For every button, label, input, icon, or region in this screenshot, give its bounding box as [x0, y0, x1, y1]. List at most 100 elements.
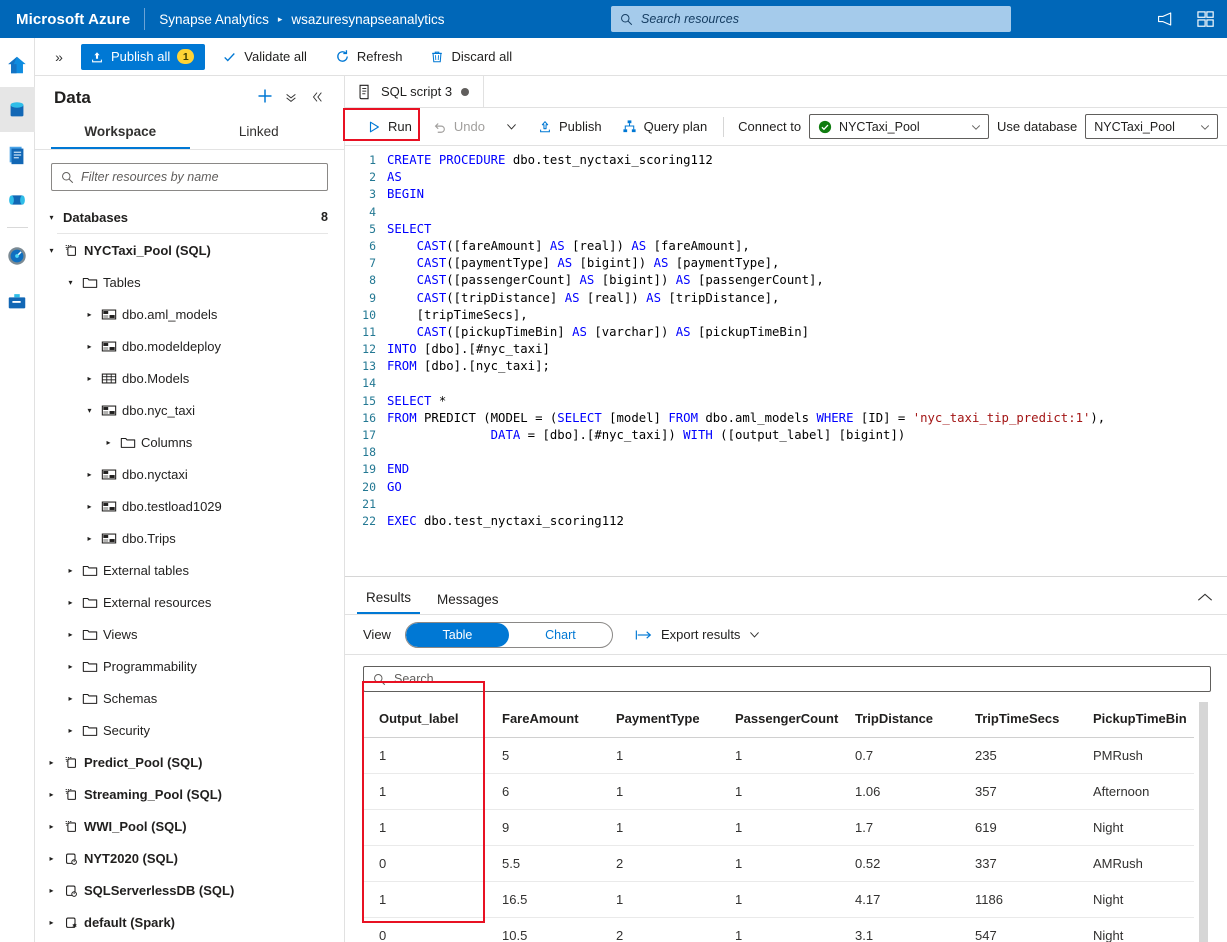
tree-item[interactable]: ▾ Tables [35, 266, 344, 298]
tree-item[interactable]: ▸ WWI_Pool (SQL) [35, 810, 344, 842]
expander-collapsed-icon[interactable]: ▸ [81, 502, 98, 511]
tree-item[interactable]: ▸ dbo.aml_models [35, 298, 344, 330]
column-header[interactable]: PassengerCount [719, 702, 839, 738]
expander-collapsed-icon[interactable]: ▸ [81, 374, 98, 383]
sql-code-editor[interactable]: 1 CREATE PROCEDURE dbo.test_nyctaxi_scori… [345, 146, 1227, 570]
expander-collapsed-icon[interactable]: ▸ [43, 822, 60, 831]
expander-expanded-icon[interactable]: ▾ [81, 406, 98, 415]
rail-item-monitor[interactable] [0, 233, 35, 278]
tree-item[interactable]: ▸ dbo.Models [35, 362, 344, 394]
expander-collapsed-icon[interactable]: ▸ [43, 854, 60, 863]
tree-item[interactable]: ▸ Columns [35, 426, 344, 458]
tree-item[interactable]: ▸ Security [35, 714, 344, 746]
collapse-left-icon[interactable] [304, 90, 330, 107]
tab-linked[interactable]: Linked [190, 118, 329, 149]
layout-grid-icon[interactable] [1197, 10, 1215, 28]
expander-collapsed-icon[interactable]: ▸ [62, 598, 79, 607]
column-header[interactable]: PickupTimeBin [1077, 702, 1194, 738]
column-header[interactable]: TripDistance [839, 702, 959, 738]
tab-messages[interactable]: Messages [428, 592, 508, 614]
tree-item[interactable]: ▸ dbo.testload1029 [35, 490, 344, 522]
rail-item-develop[interactable] [0, 132, 35, 177]
tab-workspace[interactable]: Workspace [51, 118, 190, 149]
expander-collapsed-icon[interactable]: ▸ [62, 566, 79, 575]
expander-collapsed-icon[interactable]: ▸ [43, 918, 60, 927]
table-row[interactable]: 1 6 1 1 1.06 357 Afternoon [363, 773, 1194, 810]
breadcrumb-workspace[interactable]: wsazuresynapseanalytics [291, 12, 444, 27]
tree-item-databases[interactable]: ▾ Databases 8 [35, 201, 344, 233]
expander-collapsed-icon[interactable]: ▸ [62, 726, 79, 735]
column-header[interactable]: PaymentType [600, 702, 719, 738]
tree-item[interactable]: ▸ External tables [35, 554, 344, 586]
undo-dropdown-button[interactable] [495, 114, 528, 140]
tab-sql-script-3[interactable]: SQL script 3 [345, 76, 485, 107]
tree-item[interactable]: ▸ External resources [35, 586, 344, 618]
expander-expanded-icon[interactable]: ▾ [43, 213, 60, 222]
expander-collapsed-icon[interactable]: ▸ [62, 694, 79, 703]
connect-to-dropdown[interactable]: NYCTaxi_Pool [809, 114, 990, 139]
rail-item-manage[interactable] [0, 278, 35, 323]
tree-item[interactable]: ▸ Schemas [35, 682, 344, 714]
breadcrumb-service[interactable]: Synapse Analytics [159, 12, 269, 27]
tree-item[interactable]: ▸ SQLServerlessDB (SQL) [35, 874, 344, 906]
expander-expanded-icon[interactable]: ▾ [62, 278, 79, 287]
expander-collapsed-icon[interactable]: ▸ [81, 470, 98, 479]
tree-item[interactable]: ▸ dbo.modeldeploy [35, 330, 344, 362]
table-row[interactable]: 1 9 1 1 1.7 619 Night [363, 809, 1194, 846]
expander-collapsed-icon[interactable]: ▸ [100, 438, 117, 447]
tab-results[interactable]: Results [357, 590, 421, 614]
results-vertical-scrollbar[interactable] [1199, 702, 1208, 942]
expander-collapsed-icon[interactable]: ▸ [81, 310, 98, 319]
results-search-input[interactable]: Search [363, 666, 1211, 692]
expander-collapsed-icon[interactable]: ▸ [43, 790, 60, 799]
column-header[interactable]: TripTimeSecs [959, 702, 1077, 738]
table-row[interactable]: 1 16.5 1 1 4.17 1186 Night [363, 881, 1194, 918]
tree-item[interactable]: ▸ dbo.Trips [35, 522, 344, 554]
export-results-button[interactable]: Export results [635, 627, 761, 642]
tree-item[interactable]: ▾ NYCTaxi_Pool (SQL) [35, 234, 344, 266]
global-search-input[interactable]: Search resources [611, 6, 1011, 32]
validate-all-button[interactable]: Validate all [211, 44, 318, 70]
add-icon[interactable] [252, 88, 278, 108]
table-row[interactable]: 0 10.5 2 1 3.1 547 Night [363, 917, 1194, 942]
megaphone-icon[interactable] [1156, 11, 1175, 27]
expander-collapsed-icon[interactable]: ▸ [81, 342, 98, 351]
refresh-button[interactable]: Refresh [324, 44, 414, 70]
expander-collapsed-icon[interactable]: ▸ [62, 630, 79, 639]
expander-collapsed-icon[interactable]: ▸ [43, 758, 60, 767]
use-database-dropdown[interactable]: NYCTaxi_Pool [1085, 114, 1219, 139]
publish-all-button[interactable]: Publish all 1 [81, 43, 206, 70]
run-button[interactable]: Run [357, 114, 422, 140]
expander-collapsed-icon[interactable]: ▸ [43, 886, 60, 895]
expander-collapsed-icon[interactable]: ▸ [81, 534, 98, 543]
tree-item[interactable]: ▸ default (Spark) [35, 906, 344, 938]
discard-all-button[interactable]: Discard all [419, 44, 523, 70]
view-option-chart[interactable]: Chart [509, 623, 612, 647]
view-option-table[interactable]: Table [405, 622, 509, 647]
rail-item-data[interactable] [0, 87, 35, 132]
tree-item[interactable]: ▸ Predict_Pool (SQL) [35, 746, 344, 778]
expander-collapsed-icon[interactable]: ▸ [62, 662, 79, 671]
tree-item[interactable]: ▸ NYT2020 (SQL) [35, 842, 344, 874]
chevron-double-down-icon[interactable] [278, 90, 304, 107]
undo-button[interactable]: Undo [422, 114, 495, 140]
column-header[interactable]: FareAmount [486, 702, 600, 738]
expand-panel-button[interactable]: » [45, 49, 73, 65]
rail-item-home[interactable] [0, 42, 35, 87]
tree-item[interactable]: ▸ Views [35, 618, 344, 650]
rail-item-integrate[interactable] [0, 177, 35, 222]
tree-item[interactable]: ▸ Programmability [35, 650, 344, 682]
table-row[interactable]: 0 5.5 2 1 0.52 337 AMRush [363, 845, 1194, 882]
tree-item[interactable]: ▸ Streaming_Pool (SQL) [35, 778, 344, 810]
expander-expanded-icon[interactable]: ▾ [43, 246, 60, 255]
tree-item[interactable]: ▾ dbo.nyc_taxi [35, 394, 344, 426]
table-row[interactable]: 1 5 1 1 0.7 235 PMRush [363, 737, 1194, 774]
column-header[interactable]: Output_label [363, 702, 486, 738]
tree-item[interactable]: ▸surfacesalesdb (Spark) [35, 938, 344, 942]
tree-item[interactable]: ▸ dbo.nyctaxi [35, 458, 344, 490]
filter-resources-input[interactable]: Filter resources by name [51, 163, 328, 191]
publish-button[interactable]: Publish [528, 114, 612, 140]
query-plan-button[interactable]: Query plan [612, 114, 718, 140]
collapse-results-icon[interactable] [1197, 591, 1213, 606]
azure-brand[interactable]: Microsoft Azure [0, 11, 144, 28]
